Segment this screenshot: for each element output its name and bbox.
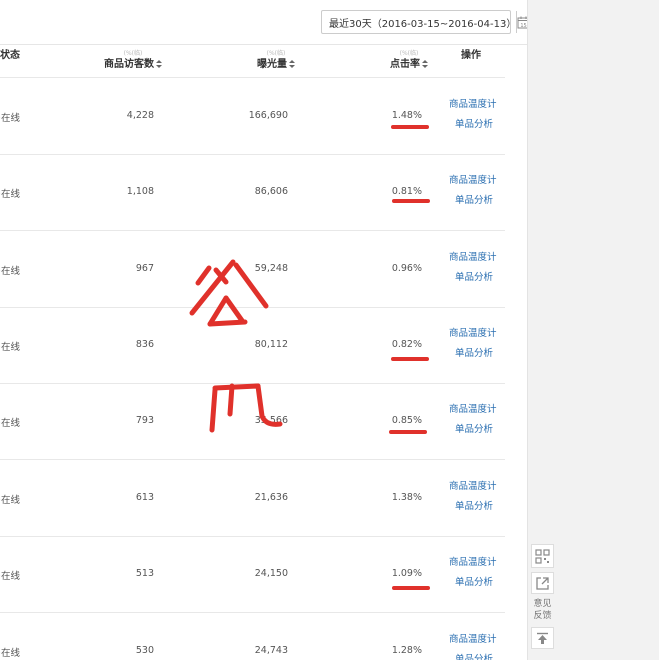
status-cell: 销售在线 [0, 266, 21, 277]
exposure-cell: 86,606 [254, 186, 288, 197]
visitors-cell: 613 [135, 492, 154, 503]
red-underline-mark [389, 430, 427, 434]
header-action: 操作 [461, 50, 481, 61]
visitors-cell: 4,228 [126, 110, 154, 121]
thermometer-link[interactable]: 商品温度计 [449, 172, 497, 186]
status-cell: 销售在线 [0, 418, 21, 429]
table-row: 销售在线 836 80,112 0.82% 商品温度计 单品分析 [0, 307, 505, 384]
status-cell: 销售在线 [0, 113, 21, 124]
status-cell: 销售在线 [0, 571, 21, 582]
visitors-cell: 967 [135, 263, 154, 274]
exposure-cell: 35,566 [254, 415, 288, 426]
thermometer-link[interactable]: 商品温度计 [449, 631, 497, 645]
date-range-filter[interactable]: 最近30天（2016-03-15~2016-04-13） 15 [321, 10, 527, 34]
red-underline-mark [392, 586, 430, 590]
exposure-cell: 24,743 [254, 645, 288, 656]
item-analysis-link[interactable]: 单品分析 [455, 116, 493, 130]
item-analysis-link[interactable]: 单品分析 [455, 345, 493, 359]
thermometer-link[interactable]: 商品温度计 [449, 554, 497, 568]
feedback-link[interactable]: 意见反馈 [531, 598, 554, 622]
item-analysis-link[interactable]: 单品分析 [455, 498, 493, 512]
external-link-icon [536, 576, 549, 590]
header-visitors[interactable]: (%(临) 商品访客数 [104, 50, 162, 70]
ctr-cell: 1.09% [391, 568, 422, 579]
status-cell: 销售在线 [0, 648, 21, 659]
date-range-label: 最近30天（2016-03-15~2016-04-13） [329, 18, 517, 30]
visitors-cell: 793 [135, 415, 154, 426]
sort-icon[interactable] [289, 59, 295, 69]
red-underline-mark [392, 199, 430, 203]
ctr-cell: 0.81% [391, 186, 422, 197]
ctr-cell: 1.48% [391, 110, 422, 121]
status-cell: 销售在线 [0, 189, 21, 200]
thermometer-link[interactable]: 商品温度计 [449, 96, 497, 110]
ctr-cell: 1.28% [391, 645, 422, 656]
table-row: 销售在线 793 35,566 0.85% 商品温度计 单品分析 [0, 383, 505, 460]
sort-icon[interactable] [422, 59, 428, 69]
qr-code-icon [535, 548, 550, 564]
exposure-cell: 59,248 [254, 263, 288, 274]
visitors-cell: 530 [135, 645, 154, 656]
visitors-cell: 1,108 [126, 186, 154, 197]
exposure-cell: 80,112 [254, 339, 288, 350]
item-analysis-link[interactable]: 单品分析 [455, 574, 493, 588]
thermometer-link[interactable]: 商品温度计 [449, 325, 497, 339]
qr-code-button[interactable] [531, 544, 554, 568]
exposure-cell: 166,690 [248, 110, 288, 121]
thermometer-link[interactable]: 商品温度计 [449, 249, 497, 263]
red-underline-mark [391, 125, 429, 129]
visitors-cell: 836 [135, 339, 154, 350]
table-row: 销售在线 4,228 166,690 1.48% 商品温度计 单品分析 [0, 77, 505, 155]
share-button[interactable] [531, 572, 554, 594]
calendar-icon[interactable]: 15 [516, 11, 527, 33]
header-status: 状态 [0, 50, 20, 61]
exposure-cell: 21,636 [254, 492, 288, 503]
thermometer-link[interactable]: 商品温度计 [449, 478, 497, 492]
ctr-cell: 0.85% [391, 415, 422, 426]
item-analysis-link[interactable]: 单品分析 [455, 192, 493, 206]
header-exposure[interactable]: (%(临) 曝光量 [257, 50, 295, 70]
thermometer-link[interactable]: 商品温度计 [449, 401, 497, 415]
red-underline-mark [391, 357, 429, 361]
table-row: 销售在线 613 21,636 1.38% 商品温度计 单品分析 [0, 460, 505, 537]
table-row: 销售在线 967 59,248 0.96% 商品温度计 单品分析 [0, 231, 505, 308]
item-analysis-link[interactable]: 单品分析 [455, 269, 493, 283]
ctr-cell: 1.38% [391, 492, 422, 503]
visitors-cell: 513 [135, 568, 154, 579]
item-analysis-link[interactable]: 单品分析 [455, 651, 493, 660]
exposure-cell: 24,150 [254, 568, 288, 579]
ctr-cell: 0.96% [391, 263, 422, 274]
status-cell: 销售在线 [0, 342, 21, 353]
table-row: 销售在线 513 24,150 1.09% 商品温度计 单品分析 [0, 536, 505, 613]
table-row: 销售在线 530 24,743 1.28% 商品温度计 单品分析 [0, 613, 505, 660]
table-row: 销售在线 1,108 86,606 0.81% 商品温度计 单品分析 [0, 154, 505, 231]
header-divider [0, 44, 527, 45]
ctr-cell: 0.82% [391, 339, 422, 350]
arrow-up-icon [537, 632, 548, 644]
sort-icon[interactable] [156, 59, 162, 69]
status-cell: 销售在线 [0, 495, 21, 506]
data-panel: 最近30天（2016-03-15~2016-04-13） 15 状态 (%(临)… [0, 0, 527, 660]
item-analysis-link[interactable]: 单品分析 [455, 421, 493, 435]
header-ctr[interactable]: (%(临) 点击率 [390, 50, 428, 70]
back-to-top-button[interactable] [531, 627, 554, 649]
